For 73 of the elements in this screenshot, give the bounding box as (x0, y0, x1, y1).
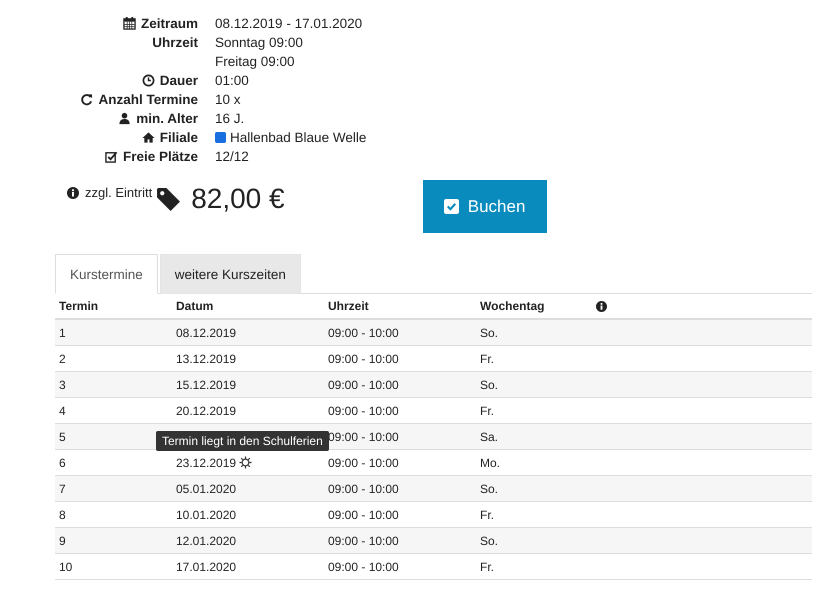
price-tag-icon (156, 187, 182, 212)
detail-value: Hallenbad Blaue Welle (230, 129, 366, 147)
table-cell-text: So. (479, 378, 500, 392)
table-cell-text: Fr. (479, 404, 495, 418)
table-cell-text: 09:00 - 10:00 (327, 482, 400, 496)
info-icon (67, 186, 79, 198)
table-cell-text: 3 (58, 378, 67, 392)
table-cell-text: 9 (58, 534, 67, 548)
detail-label: Anzahl Termine (98, 91, 198, 109)
tooltip: Termin liegt in den Schulferien (156, 430, 329, 450)
detail-label: Freie Plätze (122, 148, 198, 166)
table-cell: 23.12.2019 (176, 456, 236, 470)
price-note: zzgl. Eintritt (85, 185, 152, 200)
column-header: Termin (58, 299, 100, 313)
tab[interactable]: Kurstermine (55, 254, 158, 294)
table-cell-text: Sa. (479, 430, 500, 444)
table-cell-text: 09:00 - 10:00 (327, 404, 400, 418)
info-icon (596, 300, 607, 312)
home-icon (142, 131, 155, 144)
table-cell: 15.12.2019 (176, 378, 236, 392)
detail-label: Filiale (160, 129, 198, 147)
detail-label: Zeitraum (140, 15, 198, 33)
table-cell-text: 09:00 - 10:00 (327, 534, 400, 548)
table-cell-text: 09:00 - 10:00 (327, 326, 400, 340)
table-cell: 08.12.2019 (176, 326, 236, 340)
table-cell-text: 10 (58, 560, 74, 574)
clock-icon (142, 74, 155, 87)
column-header: Datum (175, 299, 214, 313)
table-cell-text: Fr. (479, 508, 495, 522)
table-cell-text: 8 (58, 508, 67, 522)
table-cell-text: 1 (58, 326, 67, 340)
table-cell: 10.01.2020 (176, 508, 236, 522)
table-cell-text: 2 (58, 352, 67, 366)
table-cell-text: Fr. (479, 560, 495, 574)
table-cell-text: 09:00 - 10:00 (327, 456, 400, 470)
detail-label: min. Alter (136, 110, 198, 128)
table-cell-text: 6 (58, 456, 67, 470)
price-amount: 82,00 € (191, 182, 285, 216)
detail-value: 08.12.2019 - 17.01.2020 (215, 15, 362, 33)
detail-value: Freitag 09:00 (215, 53, 295, 71)
detail-value: 01:00 (215, 72, 249, 90)
tab[interactable]: weitere Kurszeiten (160, 254, 301, 294)
calendar-icon (122, 17, 136, 30)
table-cell-text: So. (479, 326, 500, 340)
table-cell-text: 09:00 - 10:00 (327, 352, 400, 366)
detail-value: 10 x (215, 91, 241, 109)
user-icon (118, 112, 132, 125)
table-cell-text: Mo. (479, 456, 502, 470)
checkbox-icon (444, 199, 459, 214)
column-header: Wochentag (479, 299, 546, 313)
refresh-icon (80, 93, 94, 106)
detail-label: Dauer (160, 72, 198, 90)
column-header: Uhrzeit (327, 299, 370, 313)
detail-label: Uhrzeit (152, 34, 198, 52)
detail-value: 16 J. (215, 110, 244, 128)
checkbox-icon (104, 150, 118, 163)
table-cell-text: 09:00 - 10:00 (327, 560, 400, 574)
table-cell: 20.12.2019 (176, 404, 236, 418)
book-button[interactable]: Buchen (422, 180, 547, 233)
detail-value: 12/12 (215, 148, 249, 166)
table-cell-text: 09:00 - 10:00 (327, 430, 400, 444)
table-cell-text: Fr. (479, 352, 495, 366)
detail-value: Sonntag 09:00 (215, 34, 303, 52)
table-cell: 12.01.2020 (176, 534, 236, 548)
table-cell-text: So. (479, 534, 500, 548)
table-cell-text: 4 (58, 404, 67, 418)
table-cell-text: 09:00 - 10:00 (327, 508, 400, 522)
table-cell: 13.12.2019 (176, 352, 236, 366)
table-cell-text: So. (479, 482, 500, 496)
table-cell-text: 7 (58, 482, 67, 496)
table-cell-text: 09:00 - 10:00 (327, 378, 400, 392)
table-cell: 17.01.2020 (176, 560, 236, 574)
table-cell: 05.01.2020 (176, 482, 236, 496)
